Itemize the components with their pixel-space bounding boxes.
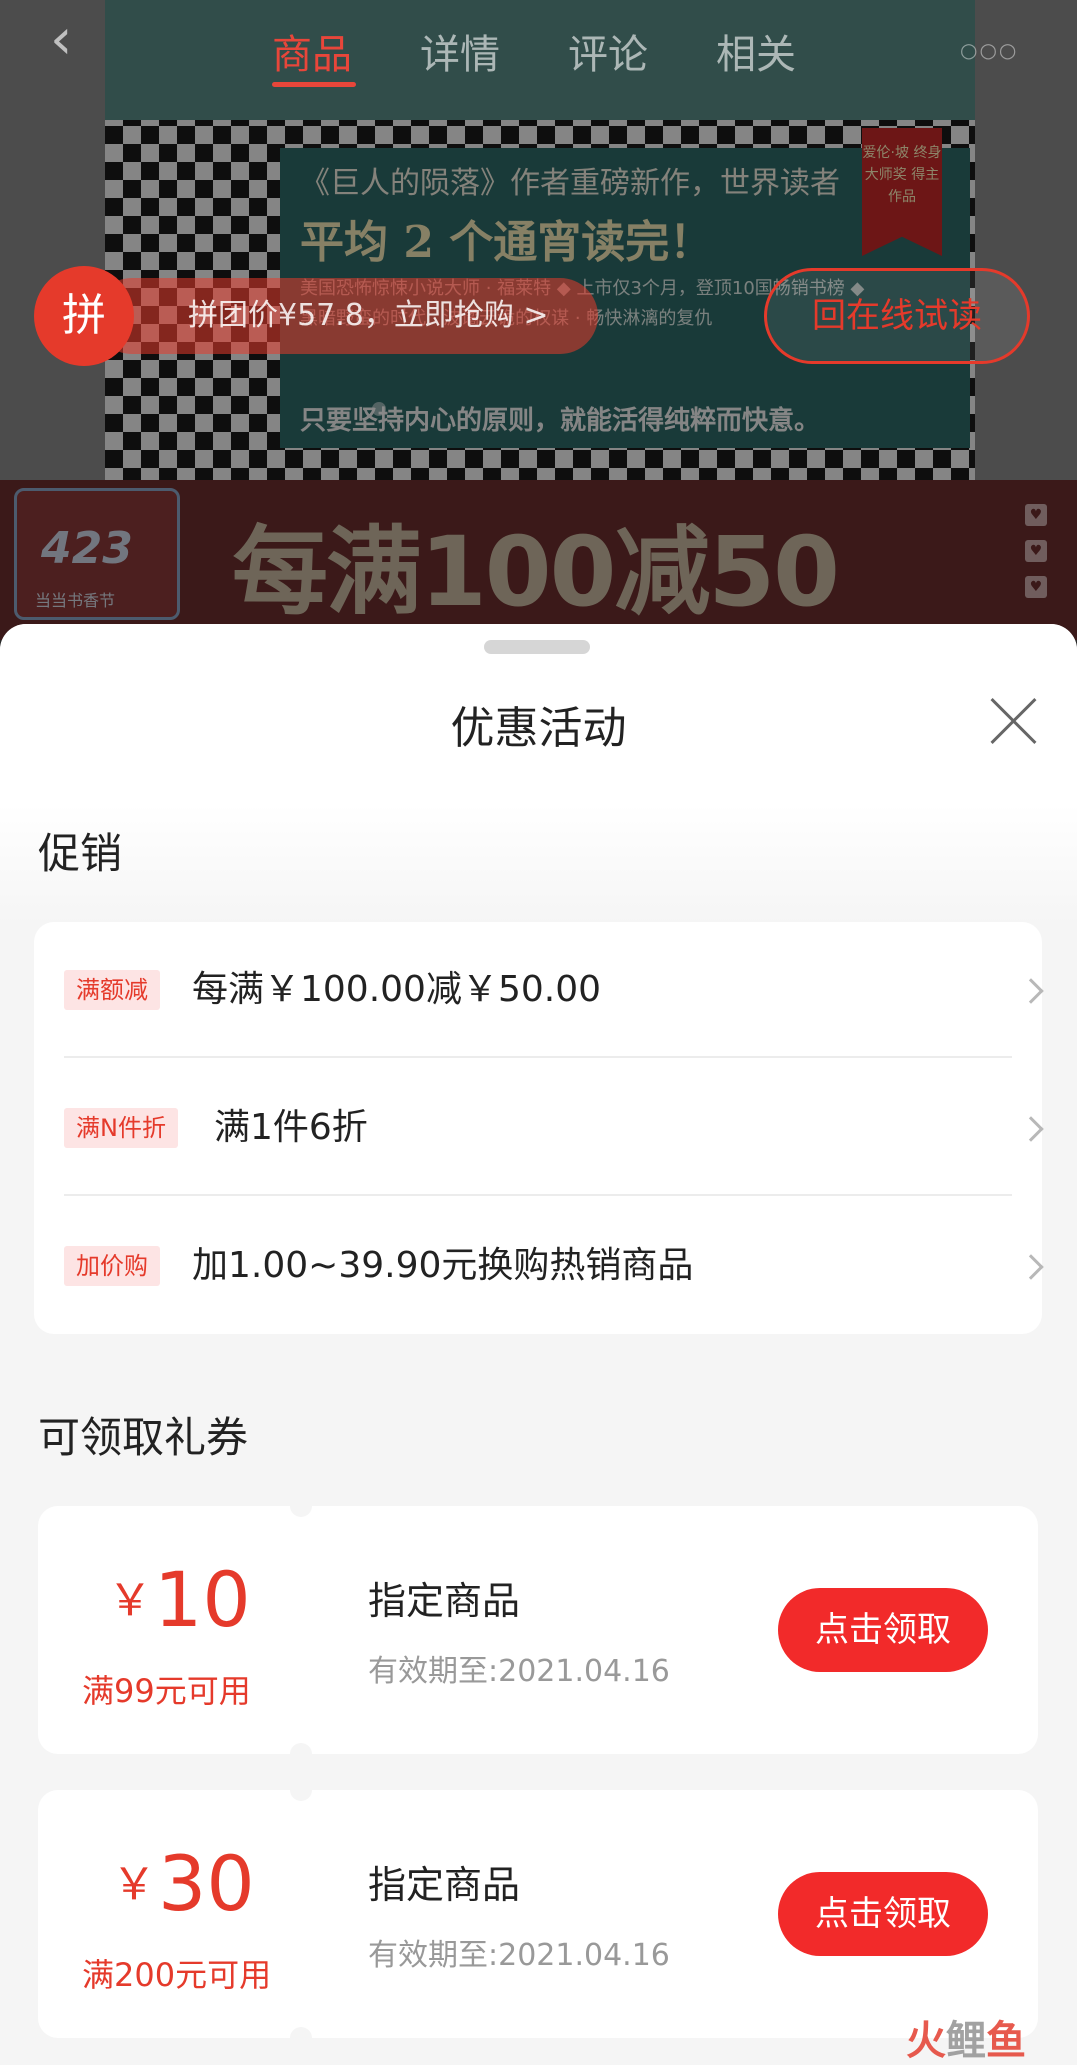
promo-section-title: 促销 xyxy=(38,829,123,878)
product-page-background: 《巨人的陨落》作者重磅新作，世界读者 平均 2 个通宵读完！ 美国恐怖惊悚小说大… xyxy=(0,0,1077,640)
watermark-part: 鱼 xyxy=(986,2018,1026,2064)
coupon-section-title: 可领取礼券 xyxy=(38,1413,249,1462)
claim-coupon-button[interactable]: 点击领取 xyxy=(778,1872,988,1956)
chevron-right-icon xyxy=(1018,1254,1044,1280)
promotion-tag: 满额减 xyxy=(64,970,160,1010)
coupon-scope: 指定商品 xyxy=(368,1579,521,1623)
back-arrow-icon[interactable]: ‹ xyxy=(50,12,100,68)
chevron-right-icon xyxy=(1018,978,1044,1004)
coupon-condition: 满200元可用 xyxy=(82,1956,272,1994)
active-tab-indicator xyxy=(272,82,356,87)
promotion-text: 加1.00~39.90元换购热销商品 xyxy=(192,1245,694,1286)
coupon-card: ￥ 30 满200元可用 指定商品 有效期至:2021.04.16 点击领取 xyxy=(38,1779,1038,2049)
sheet-title: 优惠活动 xyxy=(450,703,627,754)
claim-coupon-button[interactable]: 点击领取 xyxy=(778,1588,988,1672)
coupon-expiry: 有效期至:2021.04.16 xyxy=(368,1654,670,1689)
coupon-notch xyxy=(290,2027,312,2049)
coupon-notch xyxy=(290,1743,312,1765)
tab-details[interactable]: 详情 xyxy=(420,22,500,80)
tab-related[interactable]: 相关 xyxy=(716,22,796,80)
chevron-right-icon xyxy=(1018,1116,1044,1142)
promotion-text: 每满￥100.00减￥50.00 xyxy=(192,969,602,1010)
promotions-bottom-sheet: 优惠活动 促销 满额减 每满￥100.00减￥50.00 满N件折 满1件6折 … xyxy=(0,624,1077,2065)
coupon-amount: 10 xyxy=(154,1555,251,1644)
promotion-tag: 满N件折 xyxy=(64,1108,178,1148)
tab-product[interactable]: 商品 xyxy=(272,22,352,80)
coupon-expiry: 有效期至:2021.04.16 xyxy=(368,1938,670,1973)
promotions-card: 满额减 每满￥100.00减￥50.00 满N件折 满1件6折 加价购 加1.0… xyxy=(34,922,1044,1334)
group-buy-label: 拼团价¥57.8，立即抢购 > xyxy=(94,278,598,354)
watermark-logo: 火鲤鱼 xyxy=(906,2008,1026,2065)
more-dots-icon[interactable]: ○○○ xyxy=(960,38,1018,62)
drag-handle[interactable] xyxy=(484,640,590,654)
tab-reviews[interactable]: 评论 xyxy=(568,22,648,80)
online-trial-read-button[interactable]: 回在线试读 xyxy=(764,268,1030,364)
coupon-currency: ￥ xyxy=(108,1575,152,1626)
watermark-part: 火 xyxy=(906,2018,946,2064)
coupon-notch xyxy=(290,1495,312,1517)
promotion-tag: 加价购 xyxy=(64,1246,160,1286)
promotion-row-add-on-purchase[interactable]: 加价购 加1.00~39.90元换购热销商品 xyxy=(64,1198,1044,1334)
top-nav: ‹ 商品 详情 评论 相关 ○○○ xyxy=(0,0,1077,90)
sheet-header xyxy=(0,624,1077,924)
coupon-card: ￥ 10 满99元可用 指定商品 有效期至:2021.04.16 点击领取 xyxy=(38,1495,1038,1765)
promotion-text: 满1件6折 xyxy=(214,1107,368,1148)
coupon-scope: 指定商品 xyxy=(368,1863,521,1907)
watermark-part: 鲤 xyxy=(946,2018,986,2064)
close-icon[interactable] xyxy=(988,696,1038,746)
group-buy-badge: 拼 xyxy=(34,266,134,366)
group-buy-button[interactable]: 拼 拼团价¥57.8，立即抢购 > xyxy=(34,266,598,366)
promotion-row-amount-off[interactable]: 满额减 每满￥100.00减￥50.00 xyxy=(64,922,1044,1058)
coupon-currency: ￥ xyxy=(112,1859,156,1910)
coupon-amount: 30 xyxy=(158,1839,255,1928)
coupon-notch xyxy=(290,1779,312,1801)
promotion-row-n-items-discount[interactable]: 满N件折 满1件6折 xyxy=(64,1060,1044,1196)
coupon-condition: 满99元可用 xyxy=(82,1672,251,1710)
